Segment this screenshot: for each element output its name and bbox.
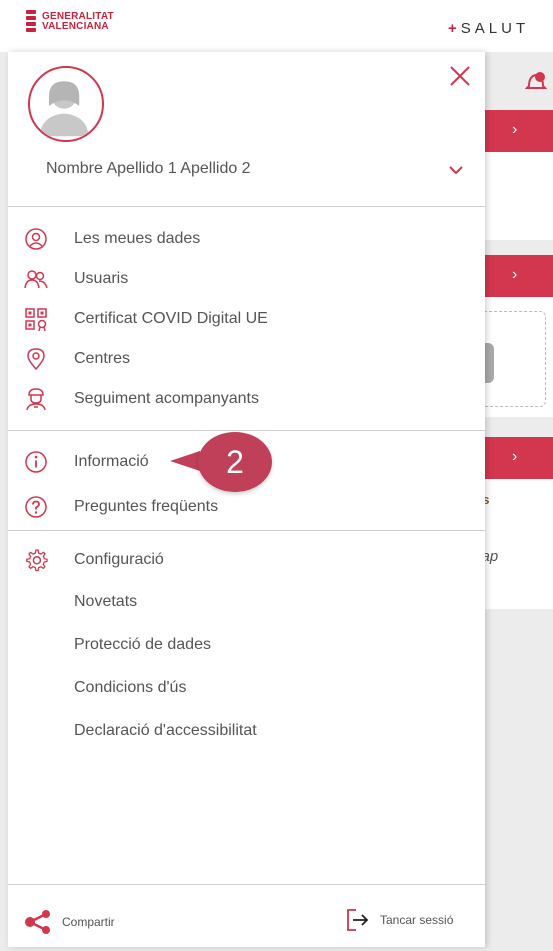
qr-certificate-icon (25, 308, 47, 331)
menu-label: Centres (74, 350, 131, 367)
logo-line2: VALENCIANA (42, 21, 109, 32)
tutorial-step-badge: 2 (198, 432, 272, 492)
logout-icon (347, 909, 369, 931)
menu-item-seguiment-acompanyants[interactable]: Seguiment acompanyants (24, 384, 259, 414)
menu-subitem-proteccio-dades[interactable]: Protecció de dades (74, 636, 211, 654)
menu-item-certificat-covid[interactable]: Certificat COVID Digital UE (24, 304, 268, 334)
question-icon (25, 496, 47, 518)
notification-bell-icon[interactable] (525, 70, 547, 94)
menu-label: Certificat COVID Digital UE (74, 310, 268, 327)
brand-name: SALUT (460, 20, 530, 37)
divider (8, 206, 485, 207)
share-button[interactable]: Compartir (24, 910, 115, 934)
menu-item-les-meues-dades[interactable]: Les meues dades (24, 224, 200, 254)
chevron-down-icon[interactable] (448, 164, 464, 176)
menu-subitem-declaracio-accessibilitat[interactable]: Declaració d'accessibilitat (74, 722, 257, 740)
menu-label: Usuaris (74, 270, 129, 287)
tutorial-pointer-arrow (170, 451, 200, 471)
divider (8, 884, 485, 885)
generalitat-logo: GENERALITAT VALENCIANA (26, 10, 114, 34)
user-name[interactable]: Nombre Apellido 1 Apellido 2 (46, 160, 251, 178)
menu-label: Configuració (74, 551, 164, 568)
menu-item-preguntes-frequents[interactable]: Preguntes freqüents (24, 492, 218, 522)
info-icon (25, 451, 47, 473)
close-icon[interactable] (448, 64, 472, 88)
side-drawer: Nombre Apellido 1 Apellido 2 Les meues d… (8, 52, 485, 947)
logout-label: Tancar sessió (380, 913, 454, 927)
menu-subitem-condicions-us[interactable]: Condicions d'ús (74, 679, 186, 697)
menu-label: Informació (74, 453, 149, 470)
menu-label: Les meues dades (74, 230, 201, 247)
divider (8, 430, 485, 431)
caregiver-icon (26, 388, 46, 411)
users-icon (24, 270, 48, 289)
share-icon (25, 910, 50, 934)
chevron-right-icon: › (512, 266, 518, 283)
brand-salut: + SALUT (448, 20, 529, 37)
avatar[interactable] (28, 66, 104, 142)
chevron-right-icon: › (512, 121, 518, 138)
gear-icon (26, 549, 48, 572)
menu-label: Preguntes freqüents (74, 498, 219, 515)
menu-item-centres[interactable]: Centres (24, 344, 130, 374)
user-avatar-icon (39, 81, 89, 137)
app-header: GENERALITAT VALENCIANA + SALUT (0, 0, 553, 52)
menu-item-usuaris[interactable]: Usuaris (24, 264, 128, 294)
divider (8, 530, 485, 531)
share-label: Compartir (62, 915, 115, 929)
location-pin-icon (27, 348, 45, 371)
chevron-right-icon: › (512, 448, 518, 465)
menu-item-informacio[interactable]: Informació (24, 447, 149, 477)
brand-plus: + (448, 20, 457, 37)
menu-label: Seguiment acompanyants (74, 390, 259, 407)
generalitat-shield-icon (26, 10, 36, 34)
menu-subitem-novetats[interactable]: Novetats (74, 593, 137, 611)
profile-icon (25, 228, 47, 250)
logout-button[interactable]: Tancar sessió (346, 908, 453, 932)
menu-item-configuracio[interactable]: Configuració (24, 545, 164, 575)
